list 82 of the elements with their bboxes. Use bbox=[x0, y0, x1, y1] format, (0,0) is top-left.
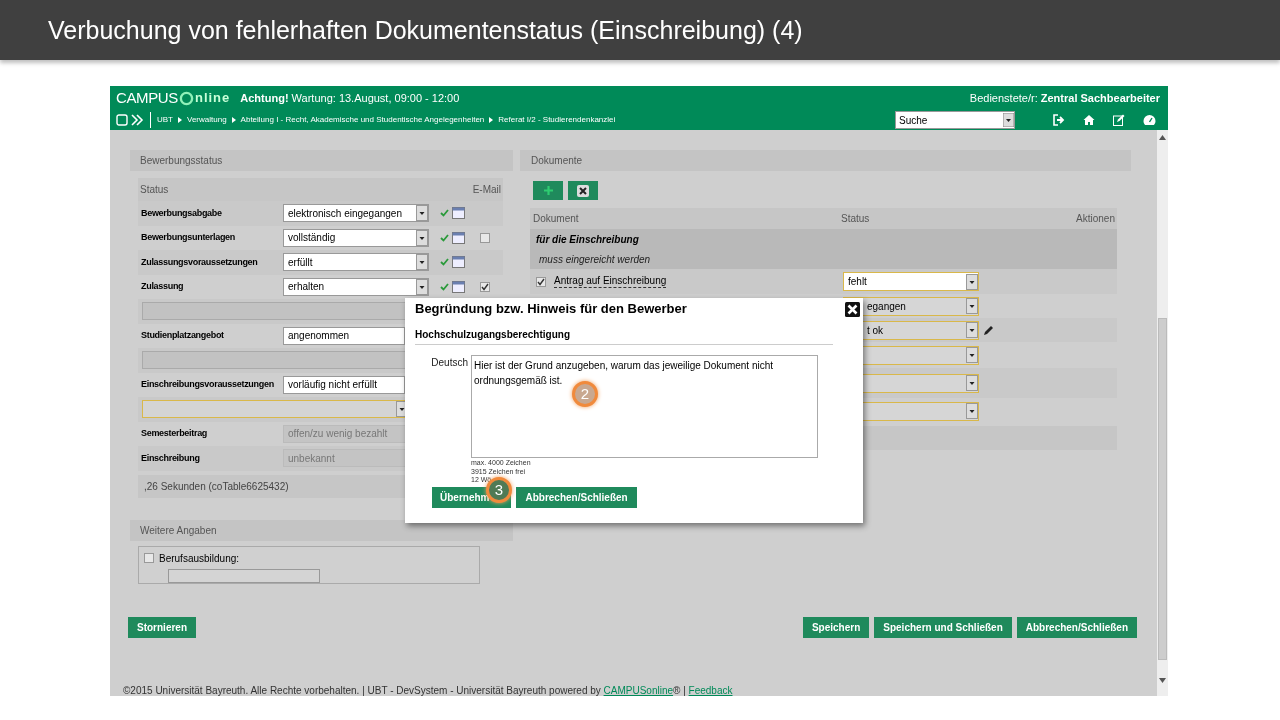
logo-ring-icon bbox=[178, 90, 194, 106]
checkbox[interactable] bbox=[144, 553, 154, 563]
maintenance-notice: Achtung! Wartung: 13.August, 09:00 - 12:00 bbox=[240, 90, 460, 106]
check-icon bbox=[481, 282, 489, 291]
checkbox[interactable] bbox=[480, 281, 490, 292]
button[interactable]: Speichern bbox=[802, 617, 870, 638]
group-subtitle: muss eingereicht werden bbox=[538, 252, 652, 267]
field-label: Zulassung bbox=[141, 280, 185, 293]
plus-icon bbox=[543, 186, 553, 195]
select-field[interactable]: fehlt bbox=[843, 272, 979, 291]
double-chevron-icon[interactable] bbox=[130, 114, 144, 126]
section-header: Dokumente bbox=[520, 150, 1131, 171]
check-icon bbox=[440, 282, 449, 291]
check-icon bbox=[537, 277, 545, 286]
select-value: Suche bbox=[898, 113, 929, 128]
home-icon[interactable] bbox=[1083, 114, 1095, 126]
button[interactable]: Speichern und Schließen bbox=[874, 617, 1012, 638]
field-label: Einschreibung bbox=[141, 451, 201, 465]
close-icon[interactable] bbox=[845, 301, 860, 317]
scroll-down-icon[interactable] bbox=[1159, 678, 1166, 683]
footer-text: ©2015 Universität Bayreuth. Alle Rechte vorbehalten. | UBT - DevSystem - Universität Bayreuth powered by CAMPUSonline® | Feedback bbox=[123, 684, 733, 696]
field-label: Studienplatzangebot bbox=[141, 329, 225, 342]
checkbox-label: Berufsausbildung: bbox=[159, 551, 240, 566]
calendar-icon bbox=[452, 280, 465, 293]
calendar-icon bbox=[452, 231, 465, 244]
dropdown-arrow-icon bbox=[1003, 113, 1014, 127]
calendar-icon bbox=[452, 256, 465, 269]
close-icon bbox=[577, 184, 589, 197]
group-title: für die Einschreibung bbox=[536, 232, 640, 247]
scrollbar[interactable] bbox=[1157, 130, 1168, 696]
checkbox[interactable] bbox=[536, 276, 546, 287]
search-select[interactable]: Suche bbox=[895, 111, 1015, 129]
logo-text: CAMPUS bbox=[116, 87, 178, 108]
column-header: Status bbox=[841, 212, 871, 226]
select-field[interactable]: erfüllt bbox=[283, 253, 429, 272]
breadcrumb-arrow-icon bbox=[231, 117, 236, 123]
button[interactable]: Abbrechen/Schließen bbox=[1016, 617, 1137, 638]
slide-title: Verbuchung von fehlerhaften Dokumentenstatus (Einschreibung) (4) bbox=[48, 17, 803, 43]
check-icon bbox=[440, 258, 449, 267]
input-field[interactable] bbox=[168, 568, 320, 583]
calendar-icon bbox=[452, 207, 465, 220]
dialog-title: Begründung bzw. Hinweis für den Bewerber bbox=[415, 300, 688, 319]
scroll-up-icon[interactable] bbox=[1159, 135, 1166, 140]
breadcrumb-link[interactable]: Verwaltung bbox=[187, 114, 227, 126]
breadcrumb-arrow-icon bbox=[489, 117, 494, 123]
breadcrumb-link[interactable]: Abteilung I - Recht, Akademische und Studentische Angelegenheiten bbox=[240, 114, 485, 126]
breadcrumb-link[interactable]: UBT bbox=[157, 114, 173, 126]
delete-button[interactable] bbox=[568, 181, 598, 200]
column-header: Status bbox=[140, 183, 170, 197]
logout-icon[interactable] bbox=[1053, 114, 1065, 126]
field-label: Bewerbungsunterlagen bbox=[141, 231, 236, 244]
pencil-icon[interactable] bbox=[983, 324, 994, 336]
button[interactable]: Abbrechen/Schließen bbox=[516, 486, 637, 508]
select-field[interactable]: vollständig bbox=[283, 228, 429, 247]
select-field[interactable]: erhalten bbox=[283, 277, 429, 296]
user-role: Bedienstete/r: Zentral Sachbearbeiter bbox=[969, 90, 1160, 106]
button[interactable]: Stornieren bbox=[128, 617, 196, 638]
check-icon bbox=[440, 209, 449, 218]
edit-icon[interactable] bbox=[1113, 114, 1125, 126]
field-label: Semesterbeitrag bbox=[141, 427, 209, 440]
document-link[interactable]: Antrag auf Einschreibung bbox=[554, 275, 667, 288]
field-label: Deutsch bbox=[430, 356, 469, 370]
select-field[interactable]: elektronisch eingegangen bbox=[283, 204, 429, 223]
column-header: E-Mail bbox=[472, 183, 501, 197]
select-field[interactable]: vorläufig nicht erfüllt bbox=[283, 375, 405, 394]
breadcrumb-arrow-icon bbox=[178, 117, 182, 123]
select-field[interactable]: angenommen bbox=[283, 326, 405, 345]
field-label: Einschreibungsvoraussetzungen bbox=[141, 378, 275, 391]
section-header: Bewerbungsstatus bbox=[130, 150, 513, 171]
logo-text: nline bbox=[194, 89, 231, 108]
breadcrumb-link[interactable]: Referat I/2 - Studierendenkanzlei bbox=[498, 114, 616, 126]
checkbox[interactable] bbox=[480, 232, 490, 243]
dashboard-icon[interactable] bbox=[1143, 114, 1156, 126]
column-header: Dokument bbox=[533, 212, 580, 226]
section-header: Weitere Angaben bbox=[130, 519, 513, 541]
dialog-section-title: Hochschulzugangsberechtigung bbox=[415, 327, 833, 345]
field-label: Zulassungsvoraussetzungen bbox=[141, 255, 259, 269]
field-label: Bewerbungsabgabe bbox=[141, 206, 223, 220]
column-header: Aktionen bbox=[1076, 212, 1115, 226]
scrollbar-thumb[interactable] bbox=[1158, 318, 1167, 660]
square-icon[interactable] bbox=[116, 114, 128, 126]
check-icon bbox=[440, 233, 449, 242]
